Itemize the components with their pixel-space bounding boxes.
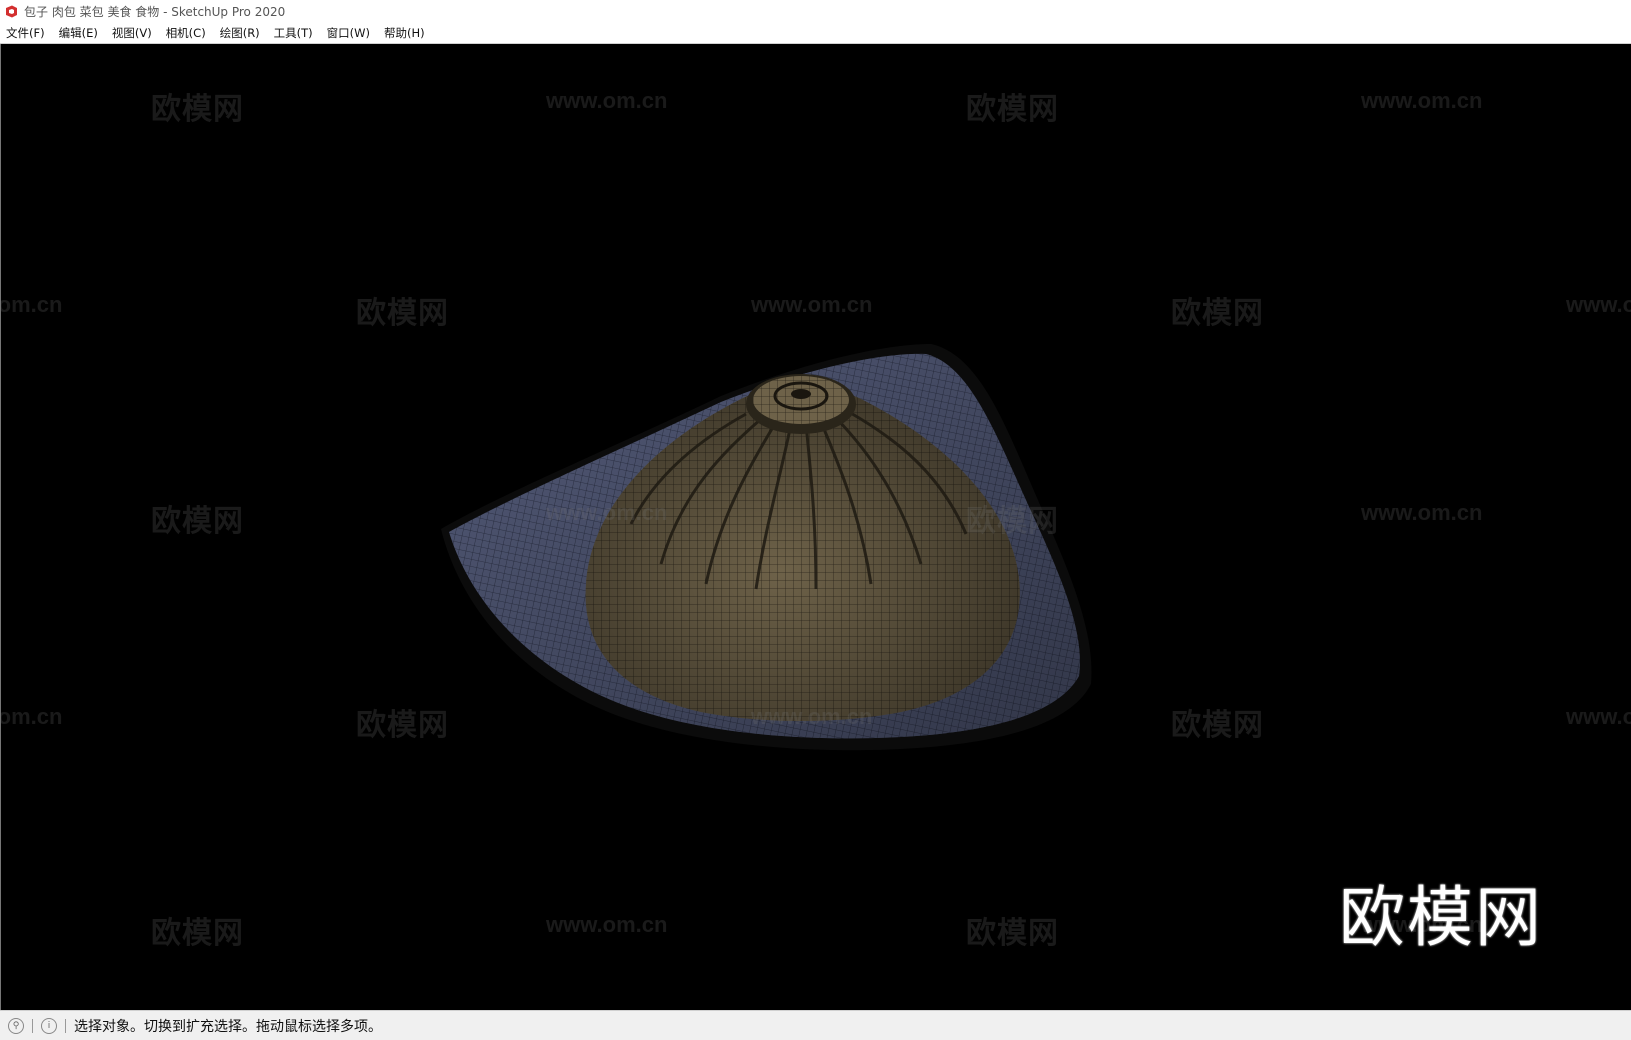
menu-draw[interactable]: 绘图(R) — [213, 22, 267, 43]
model-viewport[interactable]: 欧模网 www.om.cn 欧模网 www.om.cn www.om.cn 欧模… — [0, 44, 1631, 1010]
menu-tools[interactable]: 工具(T) — [267, 22, 320, 43]
menu-bar: 文件(F) 编辑(E) 视图(V) 相机(C) 绘图(R) 工具(T) 窗口(W… — [0, 22, 1631, 44]
status-divider — [32, 1018, 33, 1033]
window-title: 包子 肉包 菜包 美食 食物 - SketchUp Pro 2020 — [24, 4, 286, 19]
menu-file[interactable]: 文件(F) — [0, 22, 52, 43]
brand-logo: 欧模网 — [1339, 879, 1543, 956]
status-bar: ⚲ i 选择对象。切换到扩充选择。拖动鼠标选择多项。 — [0, 1010, 1631, 1040]
menu-window[interactable]: 窗口(W) — [320, 22, 377, 43]
menu-view[interactable]: 视图(V) — [105, 22, 159, 43]
menu-edit[interactable]: 编辑(E) — [52, 22, 105, 43]
menu-help[interactable]: 帮助(H) — [377, 22, 432, 43]
status-message: 选择对象。切换到扩充选择。拖动鼠标选择多项。 — [74, 1018, 382, 1035]
menu-camera[interactable]: 相机(C) — [159, 22, 213, 43]
title-bar: 包子 肉包 菜包 美食 食物 - SketchUp Pro 2020 — [0, 0, 1631, 22]
sketchup-icon — [4, 4, 18, 18]
info-icon[interactable]: i — [41, 1017, 57, 1034]
geo-location-icon[interactable]: ⚲ — [8, 1017, 24, 1034]
status-divider — [65, 1018, 66, 1033]
